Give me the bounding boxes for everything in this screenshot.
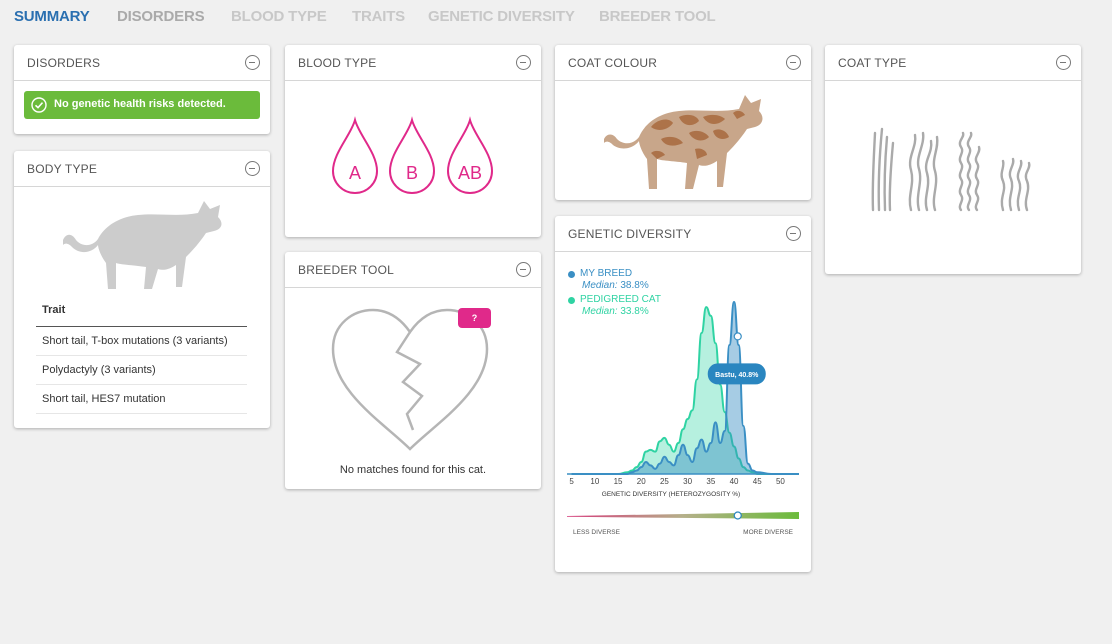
card-title: BREEDER TOOL [298,263,394,277]
curly-hair-icon [958,131,981,212]
slightly-wavy-hair-icon [908,131,939,212]
card-title: BODY TYPE [27,162,98,176]
blood-drop-icon: AB [446,116,494,194]
collapse-icon[interactable] [786,226,801,241]
genetic-diversity-chart: 5 10 15 20 25 30 35 40 45 50 GENETIC DIVERSITY (HE… [567,300,799,536]
disorders-card: DISORDERS No genetic health risks detect… [14,45,270,134]
tab-breeder-tool[interactable]: BREEDER TOOL [599,8,716,25]
card-title: COAT TYPE [838,56,907,70]
blood-type-drops: A B AB [331,116,494,194]
card-header: DISORDERS [14,45,270,81]
card-title: DISORDERS [27,56,101,70]
blood-type-card: BLOOD TYPE A B AB [285,45,541,237]
wavy-hair-icon [1000,157,1031,212]
blood-type-label: B [406,163,418,183]
collapse-icon[interactable] [516,262,531,277]
card-title: GENETIC DIVERSITY [568,227,692,241]
collapse-icon[interactable] [1056,55,1071,70]
diversity-slider-track [567,512,799,519]
x-tick-label: 5 [569,477,574,486]
straight-hair-icon [871,127,895,212]
body-type-card: BODY TYPE Trait Short tail, T-box mutati… [14,151,270,428]
collapse-icon[interactable] [245,55,260,70]
no-match-message: No matches found for this cat. [339,464,487,476]
health-status-banner: No genetic health risks detected. [24,91,260,119]
help-badge[interactable]: ? [458,308,491,328]
coat-type-card: COAT TYPE [825,45,1081,274]
marker-point [733,332,742,341]
x-tick-label: 10 [590,477,599,486]
blood-type-label: A [349,163,361,183]
blood-drop-icon: B [388,116,436,194]
x-tick-label: 50 [776,477,785,486]
blood-drop-icon: A [331,116,379,194]
table-row: Short tail, HES7 mutation [36,385,247,414]
card-header: BODY TYPE [14,151,270,187]
card-header: COAT TYPE [825,45,1081,81]
table-row: Polydactyly (3 variants) [36,356,247,385]
marker-tooltip-label: Bastu, 40.8% [715,372,759,379]
x-tick-label: 40 [730,477,739,486]
card-header: BREEDER TOOL [285,252,541,288]
line-my-breed [571,300,799,475]
card-header: BLOOD TYPE [285,45,541,81]
table-row: Short tail, T-box mutations (3 variants) [36,327,247,356]
coat-colour-card: COAT COLOUR [555,45,811,200]
genetic-diversity-card: GENETIC DIVERSITY MY BREED Median: 38.8%… [555,216,811,572]
collapse-icon[interactable] [245,161,260,176]
tab-traits[interactable]: TRAITS [352,8,405,25]
x-tick-label: 25 [660,477,669,486]
cat-silhouette-icon [63,201,222,289]
more-diverse-label: MORE DIVERSE [743,529,794,536]
x-tick-label: 15 [614,477,623,486]
x-tick-label: 45 [753,477,762,486]
table-header: Trait [36,301,247,327]
x-axis-label: GENETIC DIVERSITY (HETEROZYGOSITY %) [602,491,740,498]
x-tick-label: 30 [683,477,692,486]
x-tick-label: 35 [706,477,715,486]
x-tick-label: 20 [637,477,646,486]
card-title: BLOOD TYPE [298,56,377,70]
card-header: GENETIC DIVERSITY [555,216,811,252]
diversity-slider-thumb [733,511,742,520]
collapse-icon[interactable] [516,55,531,70]
coat-hair-types-icon [871,127,1031,212]
card-header: COAT COLOUR [555,45,811,81]
collapse-icon[interactable] [786,55,801,70]
section-tabs: SUMMARY DISORDERS BLOOD TYPE TRAITS GENE… [0,0,1112,34]
health-status-text: No genetic health risks detected. [54,98,226,110]
trait-table: Trait Short tail, T-box mutations (3 var… [36,301,247,414]
tab-summary[interactable]: SUMMARY [14,8,90,25]
tab-blood-type[interactable]: BLOOD TYPE [231,8,327,25]
check-circle-icon [31,97,47,113]
tabby-cat-icon [604,95,763,189]
less-diverse-label: LESS DIVERSE [573,529,621,536]
breeder-tool-card: BREEDER TOOL ? No matches found for this… [285,252,541,489]
tab-disorders[interactable]: DISORDERS [117,8,205,25]
blood-type-label: AB [458,163,482,183]
card-title: COAT COLOUR [568,56,658,70]
tab-genetic-diversity[interactable]: GENETIC DIVERSITY [428,8,575,25]
